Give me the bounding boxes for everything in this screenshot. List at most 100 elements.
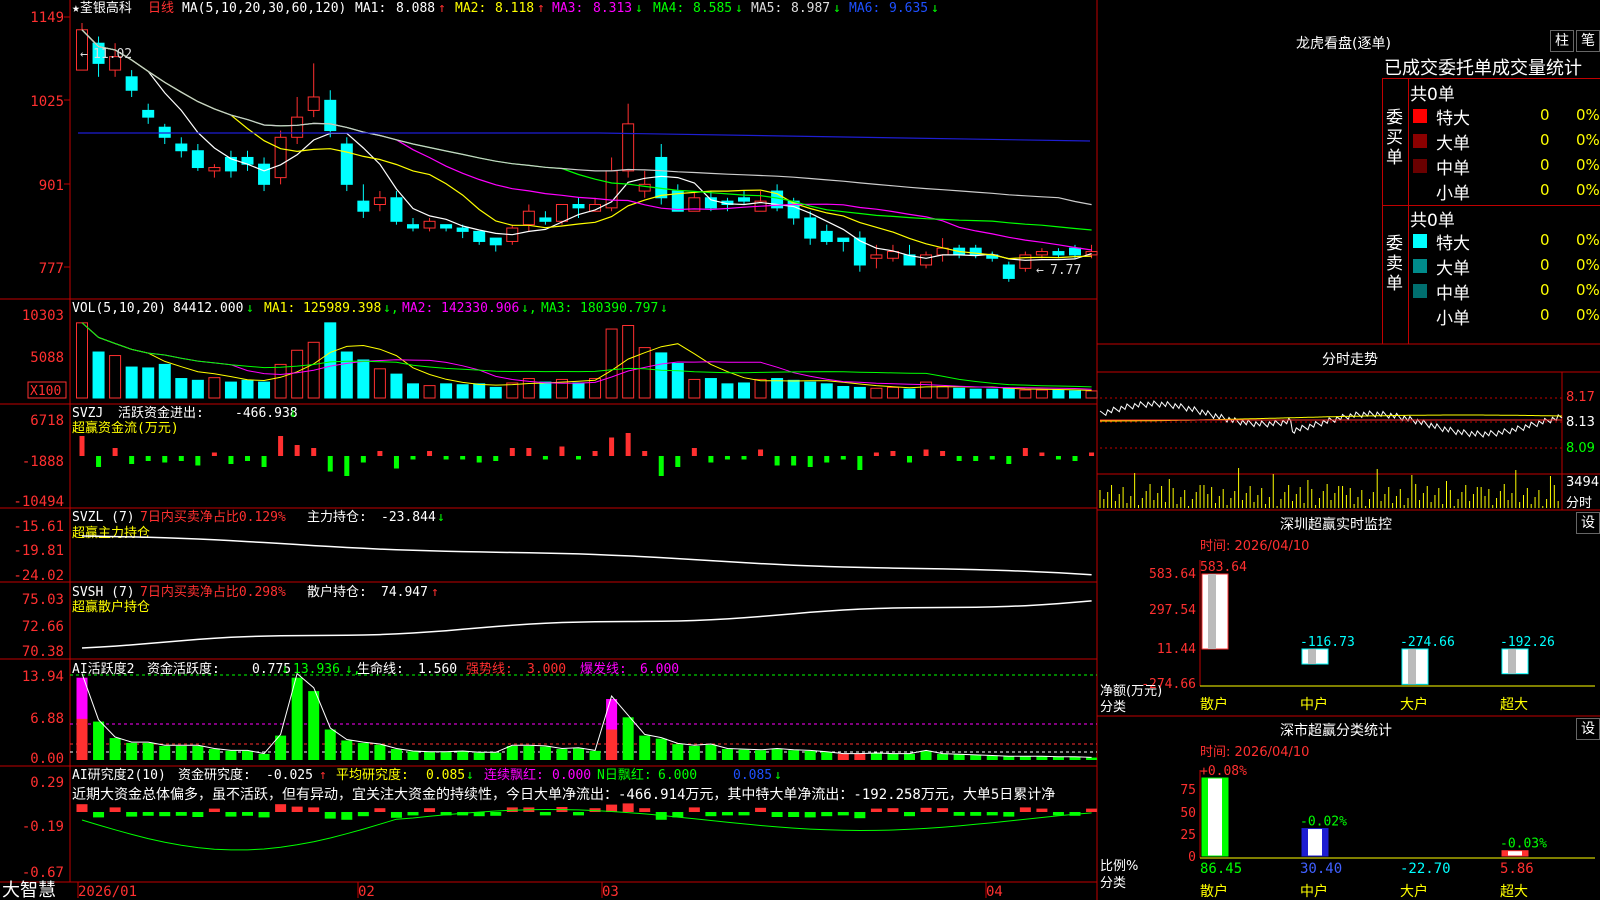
research-bar — [490, 812, 502, 816]
svg-text:↓: ↓ — [660, 301, 668, 316]
activity-bar — [771, 749, 783, 760]
activity-bar — [870, 753, 882, 760]
fenshi-vol-value: 3494 — [1566, 475, 1600, 490]
volume-ma5-line — [81, 322, 1092, 391]
candle-body — [738, 197, 750, 202]
volume-bar — [953, 387, 966, 399]
volume-bar — [804, 381, 817, 399]
svzl-axis: -15.61 -19.81 -24.02 — [13, 519, 64, 584]
research-bar — [407, 812, 419, 816]
svg-text:←: ← — [80, 47, 88, 62]
activity-bar — [407, 751, 419, 760]
svsh-axis: 75.03 72.66 70.38 — [22, 592, 64, 660]
sell-orders-label: 委卖单 — [1386, 234, 1403, 294]
activity-bar — [1086, 757, 1098, 760]
flow-bar — [294, 445, 300, 456]
activity-bar — [424, 752, 436, 760]
candle-body — [1002, 264, 1015, 279]
activity-bar — [804, 750, 816, 760]
monitor-bar-shade — [1408, 649, 1416, 685]
monitor-settings-button[interactable]: 设 — [1576, 512, 1600, 534]
research-bar — [573, 812, 584, 816]
flow-bar — [393, 456, 399, 469]
candle-body — [208, 167, 221, 172]
candle-body — [175, 143, 188, 152]
stock-chart-canvas[interactable]: ★荃银高科 日线 MA(5,10,20,30,60,120) MA1: 8.08… — [0, 0, 1600, 900]
classify-category: 超大 — [1500, 884, 1528, 900]
fenshi-vol-label: 分时 — [1566, 496, 1593, 511]
date-axis-ticks — [77, 882, 987, 898]
ma120-line — [78, 132, 1091, 142]
svg-text:↓,: ↓, — [383, 301, 399, 316]
candle-body — [920, 254, 933, 266]
volume-bar — [390, 373, 403, 399]
flow-bar — [526, 448, 532, 456]
activity-bar — [986, 755, 998, 760]
svg-text:↓: ↓ — [246, 301, 254, 316]
candle-body — [390, 197, 403, 222]
candle-body — [1019, 254, 1032, 269]
activity-bar — [937, 753, 949, 760]
classify-xlabel: 分类 — [1100, 876, 1127, 891]
activity-bar — [440, 752, 452, 760]
research-bar — [639, 808, 651, 812]
activity-bar — [242, 750, 253, 760]
svg-text:连续飘红:: 连续飘红: — [484, 767, 544, 783]
ma2-value: 8.118 — [495, 1, 534, 16]
svsh-header: SVSH (7) 7日内买卖净占比0.298% 散户持仓: 74.947 ↑ 超… — [72, 584, 439, 615]
flow-bar — [344, 456, 350, 476]
order-count: 0 — [1540, 181, 1550, 199]
order-count: 0 — [1540, 106, 1550, 124]
flow-bar — [675, 456, 681, 467]
svg-text:-15.61: -15.61 — [13, 519, 64, 535]
order-percent: 0% — [1576, 281, 1600, 299]
ma-params: MA(5,10,20,30,60,120) — [182, 1, 346, 16]
svg-text:AI研究度2(10): AI研究度2(10) — [72, 767, 166, 783]
flow-bar — [758, 449, 764, 456]
activity-bar — [341, 740, 353, 760]
volume-bar — [771, 378, 784, 399]
monitor-tick: 297.54 — [1149, 603, 1196, 618]
research-bar — [1019, 807, 1031, 812]
research-bar — [175, 812, 187, 816]
svg-text:04: 04 — [986, 884, 1003, 900]
pen-view-button[interactable]: 笔 — [1576, 30, 1600, 52]
volume-bar — [456, 384, 469, 399]
classify-settings-button[interactable]: 设 — [1576, 718, 1600, 740]
activity-bar — [573, 748, 584, 760]
activity-bar — [672, 744, 684, 760]
flow-bar — [460, 456, 466, 460]
research-bar — [76, 804, 88, 812]
ma4-value: 8.585 — [693, 1, 732, 16]
classify-tick: 50 — [1180, 806, 1196, 821]
svg-text:资金研究度:: 资金研究度: — [178, 767, 251, 783]
volume-bar — [655, 352, 668, 399]
fenshi-chart — [1099, 372, 1563, 510]
activity-bar — [159, 745, 171, 760]
classify-bar-edge — [1302, 828, 1308, 856]
lhb-subtitle: 已成交委托单成交量统计 — [1384, 58, 1582, 79]
price-tick: 1149 — [30, 10, 64, 26]
order-size-label: 小单 — [1436, 309, 1470, 329]
low-price-label: 7.77 — [1050, 263, 1081, 278]
research-bar — [821, 812, 833, 817]
research-bar — [738, 812, 750, 816]
order-size-label: 小单 — [1436, 184, 1470, 204]
activity-bar — [93, 721, 105, 760]
column-view-button[interactable]: 柱 — [1550, 30, 1574, 52]
order-color-swatch — [1413, 259, 1427, 273]
activity-bar — [291, 677, 303, 760]
price-header: ★荃银高科 日线 MA(5,10,20,30,60,120) MA1: 8.08… — [72, 0, 939, 16]
svg-text:125989.398: 125989.398 — [303, 301, 381, 316]
research-bar — [142, 812, 154, 816]
svg-text:↓: ↓ — [437, 510, 445, 525]
monitor-bar-shade — [1208, 574, 1216, 649]
research-bar — [986, 812, 998, 816]
classify-delta: +0.08% — [1200, 764, 1247, 779]
volume-bar — [142, 367, 155, 399]
ai-comment: 近期大资金总体偏多，虽不活跃，但有异动，宜关注大资金的持续性，今日大单净流出：-… — [72, 786, 1055, 803]
flow-bar — [245, 456, 250, 461]
activity-bar — [473, 752, 485, 760]
order-percent: 0% — [1576, 181, 1600, 199]
activity-bar — [589, 750, 601, 760]
